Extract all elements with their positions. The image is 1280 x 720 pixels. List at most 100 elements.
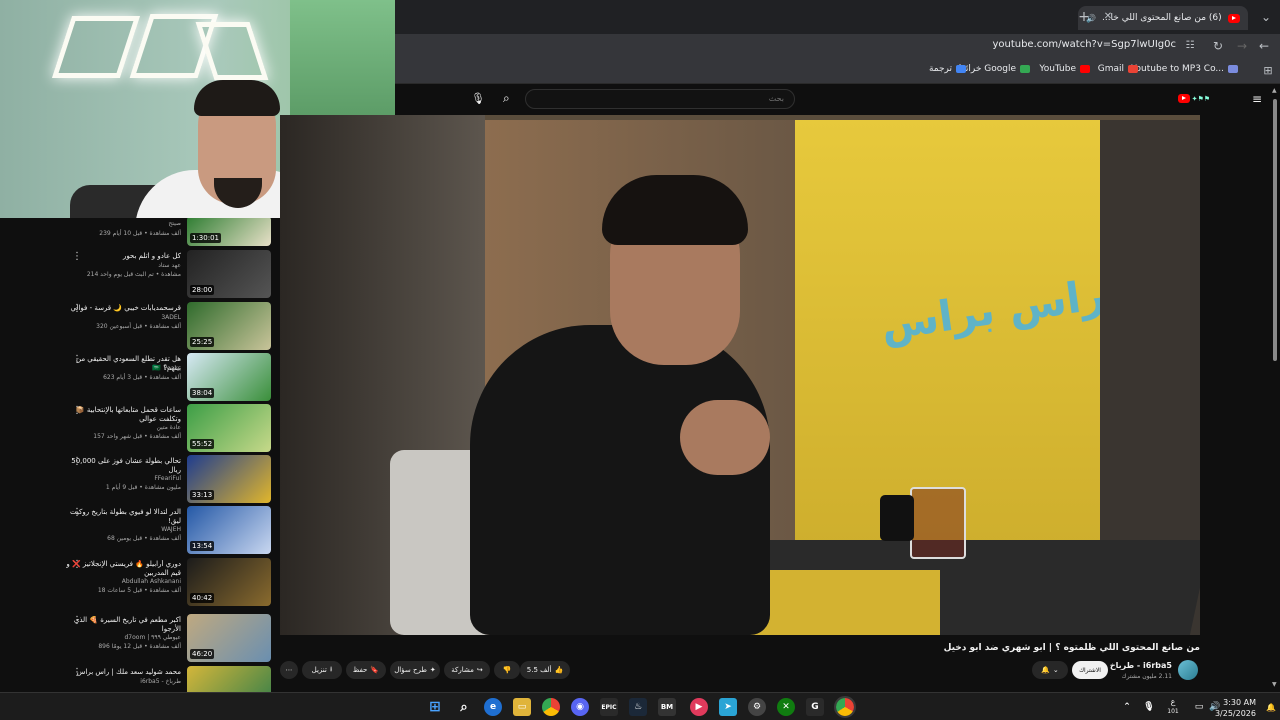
channel-name[interactable]: عهد ستاد [158, 262, 181, 269]
video-title[interactable]: الدر لتدالا لو فيوي بطولة بتاريخ روكيت ل… [66, 508, 181, 526]
channel-avatar[interactable] [1178, 660, 1198, 680]
bookmark-youtube[interactable]: YouTube [1039, 64, 1090, 74]
bookmark-label: Gmail [1097, 64, 1124, 74]
channel-name[interactable]: i6rba5 - طرباخ [140, 678, 181, 685]
new-tab-icon[interactable]: + [1076, 9, 1092, 25]
channel-name[interactable]: Abdullah Ashkanani [122, 578, 181, 585]
video-title[interactable]: أكبر مطعم في تاريخ السيرة 🍕 الذي الأرجوا [66, 616, 181, 634]
url-field[interactable]: youtube.com/watch?v=Sgp7lwUIg0c [992, 39, 1176, 50]
video-title: من صانع المحتوى اللي ظلمتوه ؟ | ابو شهري… [943, 643, 1200, 653]
list-item[interactable]: ⋮ 55:52 ساعات قحمل متابعاتها بالإنتحابية… [60, 404, 275, 454]
bookmark-maps[interactable]: خرائط Google [957, 64, 1030, 74]
steam-icon[interactable]: ♨ [629, 698, 647, 716]
video-thumbnail[interactable]: 46:20 [187, 614, 271, 662]
show-hidden-icons-chevron-icon[interactable]: ⌃ [1118, 698, 1136, 716]
channel-name[interactable]: Peaks [164, 365, 181, 372]
xbox-icon[interactable]: ✕ [777, 698, 795, 716]
video-thumbnail[interactable] [187, 666, 271, 692]
channel-name[interactable]: WAJEH [161, 526, 181, 533]
video-title[interactable]: دوري أرابيلو 🔥 فريستي الإنجلاتيز ❌ و قيم… [66, 560, 181, 578]
settings-gear-icon[interactable]: ⚙ [748, 698, 766, 716]
bookmark-gmail[interactable]: Gmail [1098, 64, 1138, 74]
video-title[interactable]: محمد شوليد سعد ملك | راس براس [66, 668, 181, 677]
input-language[interactable]: ع 101 [1162, 697, 1184, 717]
close-tab-icon[interactable]: ✕ [1100, 9, 1116, 25]
subscribe-button[interactable]: الاشتراك [1072, 661, 1108, 679]
forward-icon[interactable]: → [1234, 38, 1250, 54]
search-icon[interactable]: ⌕ [503, 91, 510, 106]
reload-icon[interactable]: ↻ [1210, 38, 1226, 54]
bookmark-translate[interactable]: ترجمة [929, 64, 966, 74]
list-item[interactable]: ⋮ محمد شوليد سعد ملك | راس براس i6rba5 -… [60, 666, 275, 692]
video-thumbnail[interactable]: 55:52 [187, 404, 271, 452]
save-button[interactable]: حفظ 🔖 [346, 661, 386, 679]
download-icon: ⭳ [329, 664, 333, 673]
video-thumbnail[interactable]: 13:54 [187, 506, 271, 554]
channel-name[interactable]: 3ADEL [161, 314, 181, 321]
chrome-icon[interactable] [542, 698, 560, 716]
search-icon[interactable]: ⌕ [455, 698, 473, 716]
search-input[interactable]: بحث [525, 89, 795, 109]
bm-app-icon[interactable]: BM [658, 698, 676, 716]
site-info-icon[interactable]: ☷ [1182, 38, 1198, 54]
channel-name[interactable]: d7oom | عيوطي ٩٩٩ [124, 634, 181, 641]
media-player-icon[interactable]: ▶ [690, 698, 708, 716]
mic-icon[interactable]: 🎙 [471, 92, 485, 105]
download-button[interactable]: تنزيل ⭳ [302, 661, 342, 679]
video-thumbnail[interactable]: 28:00 [187, 250, 271, 298]
duration-badge: 13:54 [190, 541, 215, 551]
chrome-active-icon[interactable] [834, 696, 856, 718]
edge-icon[interactable]: e [484, 698, 502, 716]
ask-button[interactable]: طرح سؤال ✦ [390, 661, 440, 679]
scrollbar-thumb[interactable] [1273, 99, 1277, 361]
channel-name[interactable]: صيتح [168, 220, 181, 227]
scroll-down-icon[interactable]: ▼ [1272, 681, 1277, 688]
video-player[interactable]: راس براس [280, 115, 1200, 635]
video-thumbnail[interactable]: 33:13 [187, 455, 271, 503]
epic-games-icon[interactable]: EPIC [600, 698, 618, 716]
video-title[interactable]: كل عادو و اتلم بحور [66, 252, 181, 261]
scroll-up-icon[interactable]: ▲ [1272, 87, 1277, 94]
windows-start-icon[interactable]: ⊞ [426, 698, 444, 716]
language-indicator: ع [1170, 697, 1176, 706]
g-app-icon[interactable]: G [806, 698, 824, 716]
list-item[interactable]: ⋮ 33:13 تحالي بطولة عشان فوز على 50,000 … [60, 455, 275, 505]
back-icon[interactable]: ← [1256, 38, 1272, 54]
channel-name[interactable]: FFeariFul [154, 475, 181, 482]
video-thumbnail[interactable]: 38:04 [187, 353, 271, 401]
youtube-icon [1080, 65, 1090, 73]
like-button[interactable]: 5.5 ألف 👍 [520, 661, 570, 679]
channel-name[interactable]: عادة متين [156, 424, 181, 431]
list-item[interactable]: ⋮ 13:54 الدر لتدالا لو فيوي بطولة بتاريخ… [60, 506, 275, 556]
list-item[interactable]: ⋮ 28:00 كل عادو و اتلم بحور عهد ستاد 214… [60, 250, 275, 300]
tab-list-chevron-icon[interactable]: ⌄ [1258, 9, 1274, 25]
video-thumbnail[interactable]: 1:30:01 [187, 218, 271, 246]
bookmark-youtube-mp3[interactable]: Youtube to MP3 Co... [1131, 64, 1238, 74]
dislike-button[interactable]: 👎 [494, 661, 520, 679]
file-explorer-icon[interactable]: ▭ [513, 698, 531, 716]
channel-name[interactable]: i6rba5 - طرباخ [1110, 661, 1172, 670]
list-item[interactable]: ⋮ 40:42 دوري أرابيلو 🔥 فريستي الإنجلاتيز… [60, 558, 275, 608]
video-title[interactable]: تحالي بطولة عشان فوز على 50,000 ريال [66, 457, 181, 475]
video-thumbnail[interactable]: 40:42 [187, 558, 271, 606]
microphone-tray-icon[interactable]: 🎙 [1140, 698, 1158, 716]
list-item[interactable]: ⋮ 25:25 قرسحمديابات خيبي 🌙 قرسة - فوالي … [60, 302, 275, 352]
video-thumbnail[interactable]: 25:25 [187, 302, 271, 350]
clock[interactable]: 3:30 AM 3/25/2026 [1215, 697, 1256, 719]
more-actions-button[interactable]: ⋯ [280, 661, 298, 679]
menu-icon[interactable]: ≡ [1252, 92, 1262, 106]
duration-badge: 25:25 [190, 337, 215, 347]
discord-icon[interactable]: ◉ [571, 698, 589, 716]
video-title[interactable]: ساعات قحمل متابعاتها بالإنتحابية 📦 وتكلف… [66, 406, 181, 424]
duration-badge: 28:00 [190, 285, 215, 295]
page-scrollbar[interactable]: ▲ ▼ [1270, 85, 1280, 692]
telegram-icon[interactable]: ➤ [719, 698, 737, 716]
video-title[interactable]: قرسحمديابات خيبي 🌙 قرسة - فوالي [66, 304, 181, 313]
share-button[interactable]: مشاركة ↪ [444, 661, 490, 679]
notification-bell-button[interactable]: 🔔 ⌄ [1032, 661, 1068, 679]
apps-grid-icon[interactable]: ⊞ [1260, 63, 1276, 79]
youtube-logo[interactable]: ✦⚑⚑ [1177, 94, 1210, 103]
list-item[interactable]: ⋮ 46:20 أكبر مطعم في تاريخ السيرة 🍕 الذي… [60, 614, 275, 664]
notifications-icon[interactable]: 🔔 [1262, 698, 1280, 716]
list-item[interactable]: ⋮ 38:04 هل تقدر تطلع السعودي الحقيقي من … [60, 353, 275, 403]
